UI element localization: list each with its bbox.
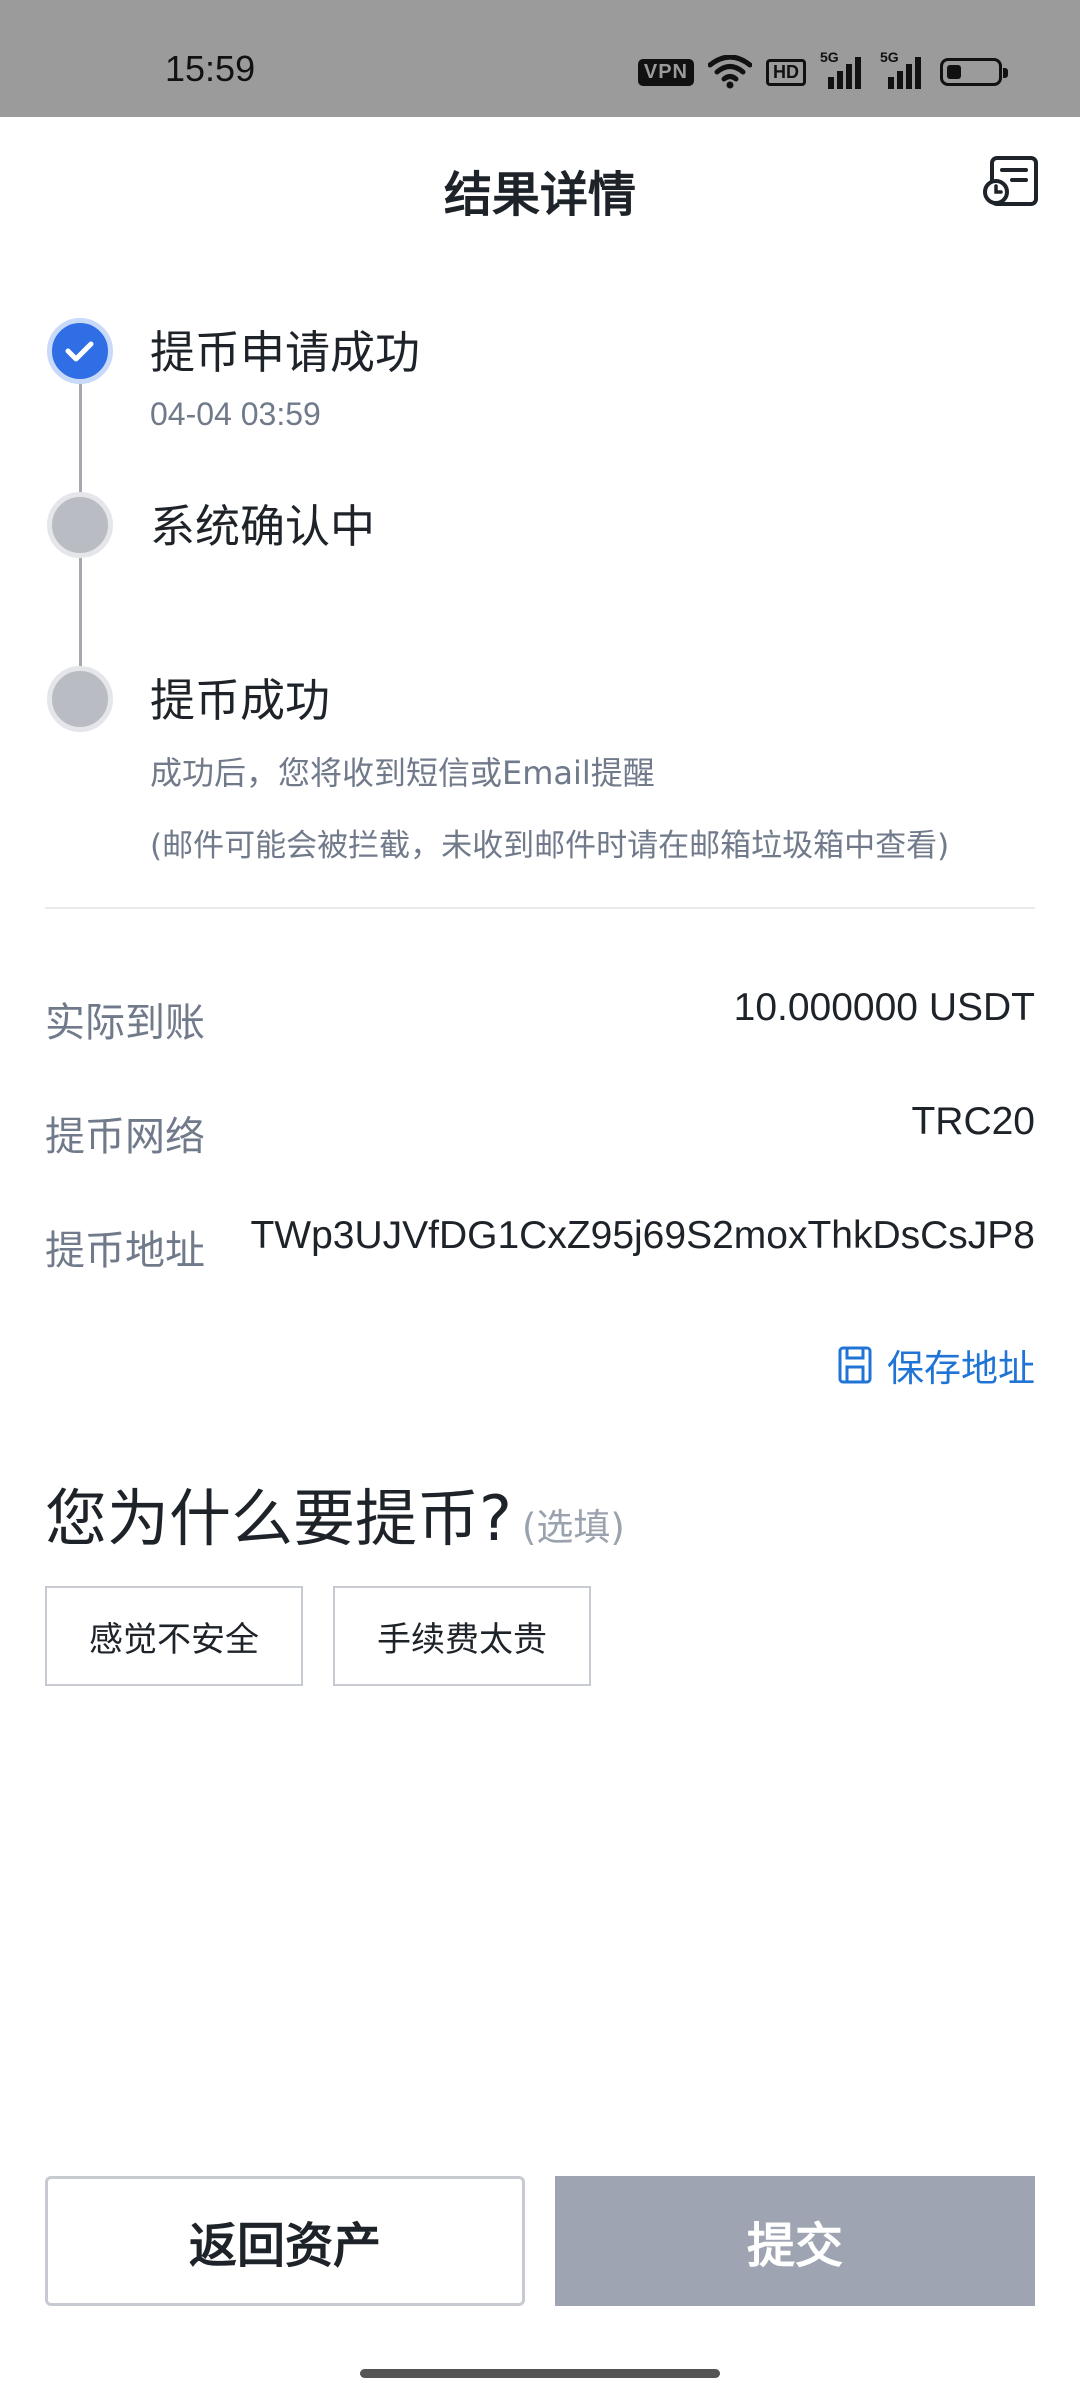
step-timestamp: 04-04 03:59 [150,396,321,432]
step-title: 提币成功 [150,674,331,727]
step-description: 成功后，您将收到短信或Email提醒 [150,754,655,792]
step-connector [79,558,82,668]
step-connector [79,384,82,494]
hd-icon: HD [766,58,806,86]
network-value: TRC20 [911,1100,1035,1143]
reason-option-insecure[interactable]: 感觉不安全 [45,1586,303,1686]
step-title: 系统确认中 [150,500,376,553]
amount-label: 实际到账 [45,1000,205,1046]
step-done-indicator [47,318,113,384]
wifi-icon [708,55,752,89]
record-list-icon[interactable] [982,152,1042,212]
check-icon [65,341,94,362]
reason-question: 您为什么要提币? [45,1482,512,1555]
status-time: 15:59 [165,48,256,89]
signal-5g-label: 5G [820,49,839,65]
address-label: 提币地址 [45,1228,205,1274]
reason-title: 您为什么要提币? (选填) [45,1468,625,1558]
battery-icon [940,58,1008,86]
network-label: 提币网络 [45,1114,205,1160]
submit-button[interactable]: 提交 [555,2176,1035,2306]
save-address-button[interactable]: 保存地址 [837,1338,1035,1392]
status-bar: 15:59 VPN HD 5G 5G [0,0,1080,117]
step-title: 提币申请成功 [150,326,421,379]
reason-optional-label: (选填) [521,1506,625,1549]
status-icons: VPN HD 5G 5G [637,49,1008,92]
section-divider [45,907,1035,909]
signal-5g-label: 5G [880,49,899,65]
page-title: 结果详情 [443,167,636,223]
back-to-assets-button[interactable]: 返回资产 [45,2176,525,2306]
address-value: TWp3UJVfDG1CxZ95j69S2moxThkDsCsJP8 [250,1214,1035,1257]
save-address-label: 保存地址 [887,1347,1035,1390]
battery-level [947,65,961,79]
signal-5g-icon: 5G [820,49,866,89]
step-pending-indicator [47,666,113,732]
signal-5g-icon: 5G [880,49,926,89]
step-note: (邮件可能会被拦截，未收到邮件时请在邮箱垃圾箱中查看) [150,828,950,864]
vpn-icon: VPN [637,58,694,86]
save-icon [838,1346,872,1384]
reason-option-high-fee[interactable]: 手续费太贵 [333,1586,591,1686]
amount-value: 10.000000 USDT [733,986,1035,1029]
step-pending-indicator [47,492,113,558]
home-indicator[interactable] [360,2369,720,2378]
